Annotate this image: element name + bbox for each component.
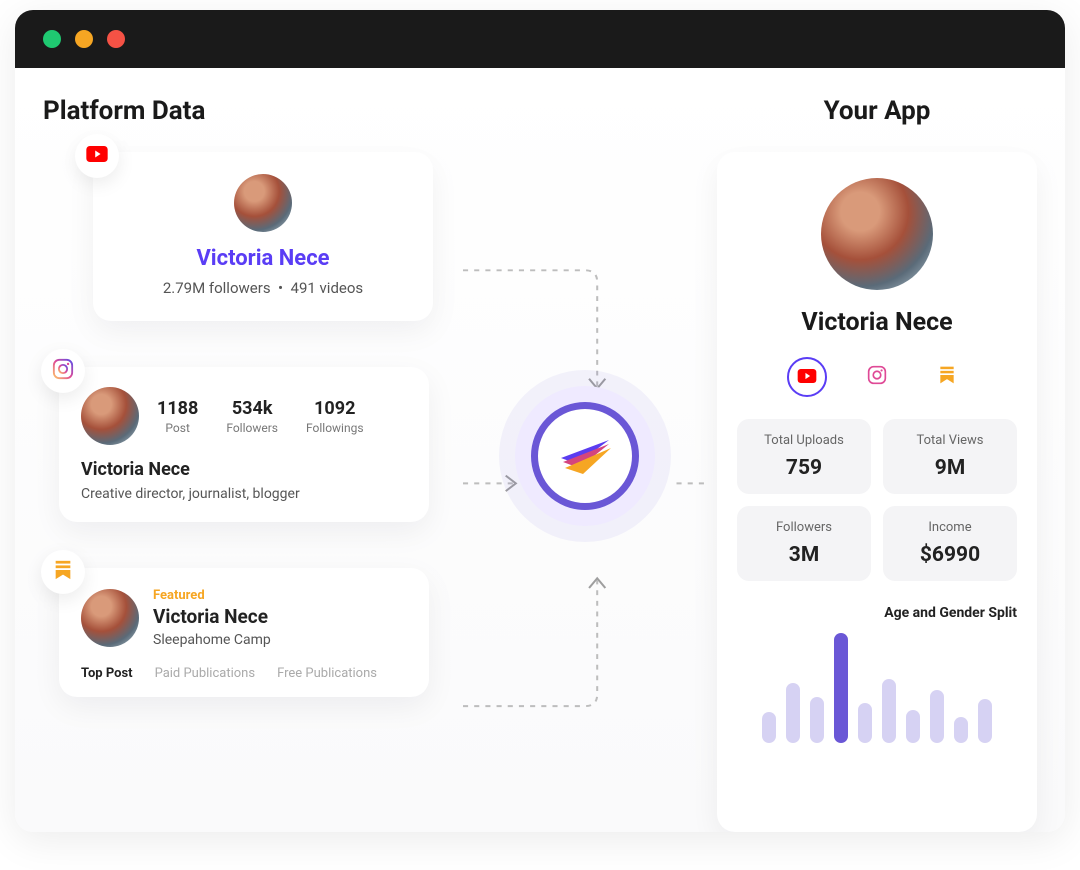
instagram-followers-stat: 534k Followers xyxy=(226,398,278,435)
age-gender-chart xyxy=(737,633,1017,743)
substack-icon xyxy=(938,365,956,389)
metric-views-value: 9M xyxy=(891,456,1009,480)
instagram-followers-label: Followers xyxy=(226,421,278,435)
platform-data-column: Platform Data Victoria Nece 2.79M follow… xyxy=(43,96,453,832)
instagram-badge xyxy=(41,349,85,393)
instagram-followings-value: 1092 xyxy=(306,398,364,419)
chart-bar xyxy=(882,679,896,743)
youtube-followers: 2.79M followers xyxy=(163,279,271,297)
instagram-followers-value: 534k xyxy=(226,398,278,419)
chart-bar xyxy=(834,633,848,743)
chart-bar xyxy=(858,703,872,743)
metric-followers-value: 3M xyxy=(745,543,863,567)
youtube-stats: 2.79M followers • 491 videos xyxy=(115,279,411,297)
metric-uploads: Total Uploads 759 xyxy=(737,419,871,494)
metric-views-label: Total Views xyxy=(891,433,1009,448)
featured-label: Featured xyxy=(153,588,271,603)
window-minimize-dot[interactable] xyxy=(75,30,93,48)
paper-plane-icon xyxy=(557,430,613,482)
platform-data-title: Platform Data xyxy=(43,96,453,126)
content-area: Platform Data Victoria Nece 2.79M follow… xyxy=(15,68,1065,832)
instagram-posts-stat: 1188 Post xyxy=(157,398,198,435)
substack-card[interactable]: Featured Victoria Nece Sleepahome Camp T… xyxy=(59,568,429,697)
metric-income: Income $6990 xyxy=(883,506,1017,581)
substack-profile-name: Victoria Nece xyxy=(153,605,271,628)
window-close-dot[interactable] xyxy=(43,30,61,48)
your-app-column: Your App Victoria Nece xyxy=(717,96,1037,832)
youtube-badge xyxy=(75,134,119,178)
metrics-grid: Total Uploads 759 Total Views 9M Followe… xyxy=(737,419,1017,581)
instagram-stats-row: 1188 Post 534k Followers 1092 Followings xyxy=(157,398,364,435)
instagram-posts-label: Post xyxy=(157,421,198,435)
instagram-posts-value: 1188 xyxy=(157,398,198,419)
chart-bar xyxy=(762,712,776,743)
avatar xyxy=(821,178,933,290)
chart-title: Age and Gender Split xyxy=(737,605,1017,621)
chart-bar xyxy=(954,717,968,743)
instagram-icon xyxy=(867,365,887,389)
app-profile-name: Victoria Nece xyxy=(737,308,1017,337)
youtube-card[interactable]: Victoria Nece 2.79M followers • 491 vide… xyxy=(93,152,433,321)
instagram-followings-stat: 1092 Followings xyxy=(306,398,364,435)
metric-uploads-label: Total Uploads xyxy=(745,433,863,448)
metric-views: Total Views 9M xyxy=(883,419,1017,494)
tab-free-publications[interactable]: Free Publications xyxy=(277,666,377,681)
youtube-profile-name[interactable]: Victoria Nece xyxy=(115,246,411,271)
chart-bar xyxy=(978,699,992,743)
metric-income-label: Income xyxy=(891,520,1009,535)
window-titlebar xyxy=(15,10,1065,68)
metric-income-value: $6990 xyxy=(891,543,1009,567)
window-maximize-dot[interactable] xyxy=(107,30,125,48)
metric-followers-label: Followers xyxy=(745,520,863,535)
instagram-icon xyxy=(52,358,74,384)
youtube-icon xyxy=(797,368,817,387)
avatar xyxy=(234,174,292,232)
platform-chip-substack[interactable] xyxy=(927,357,967,397)
tab-paid-publications[interactable]: Paid Publications xyxy=(155,666,256,681)
chart-bar xyxy=(810,697,824,743)
instagram-profile-name: Victoria Nece xyxy=(81,459,407,480)
social-platform-row xyxy=(737,357,1017,397)
platform-chip-instagram[interactable] xyxy=(857,357,897,397)
youtube-videos: 491 videos xyxy=(291,279,364,297)
your-app-title: Your App xyxy=(717,96,1037,126)
substack-subtitle: Sleepahome Camp xyxy=(153,632,271,648)
chart-bar xyxy=(906,710,920,743)
substack-icon xyxy=(53,559,73,585)
chart-bar xyxy=(786,683,800,744)
aggregator-logo xyxy=(515,386,655,526)
app-profile-card: Victoria Nece Total Uploads 759 xyxy=(717,152,1037,832)
metric-uploads-value: 759 xyxy=(745,456,863,480)
avatar xyxy=(81,387,139,445)
substack-tabs: Top Post Paid Publications Free Publicat… xyxy=(81,666,407,681)
instagram-followings-label: Followings xyxy=(306,421,364,435)
avatar xyxy=(81,589,139,647)
instagram-bio: Creative director, journalist, blogger xyxy=(81,486,407,502)
metric-followers: Followers 3M xyxy=(737,506,871,581)
tab-top-post[interactable]: Top Post xyxy=(81,666,133,681)
connector-area xyxy=(463,96,707,832)
instagram-card[interactable]: 1188 Post 534k Followers 1092 Followings xyxy=(59,367,429,522)
app-window: Platform Data Victoria Nece 2.79M follow… xyxy=(15,10,1065,832)
platform-chip-youtube[interactable] xyxy=(787,357,827,397)
chart-bar xyxy=(930,690,944,743)
substack-badge xyxy=(41,550,85,594)
youtube-icon xyxy=(86,146,108,166)
